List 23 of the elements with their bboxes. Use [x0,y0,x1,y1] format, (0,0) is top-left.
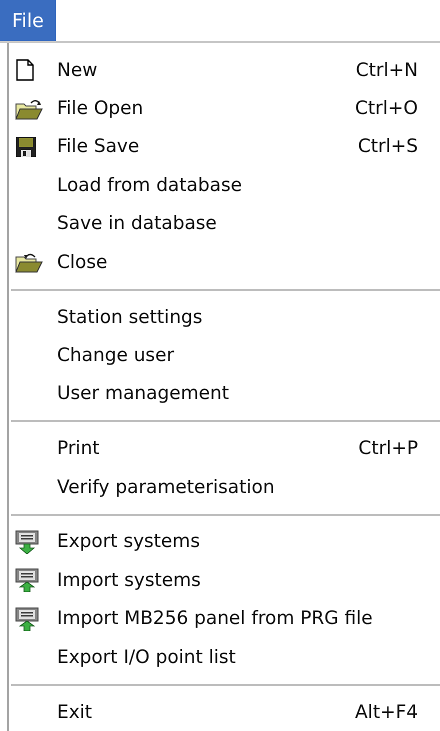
monitor-up-arrow-icon [15,606,39,631]
menu-item[interactable]: Close [9,242,440,282]
menu-item[interactable]: New Ctrl+N [9,51,440,90]
menu-item[interactable]: Verify parameterisation [9,468,440,506]
menu-item[interactable]: Import MB256 panel from PRG file [9,600,440,638]
menu-item[interactable]: Load from database [9,166,440,205]
menu-item[interactable]: Save in database [9,204,440,243]
menu-item[interactable]: Export systems [9,522,440,562]
menu-item[interactable]: Import systems [9,561,440,600]
monitor-up-arrow-icon [15,568,39,592]
monitor-down-arrow-icon [15,530,39,554]
menu-item[interactable]: Print Ctrl+P [9,430,440,468]
open-folder-icon [15,251,43,274]
menu-item[interactable]: User management [9,374,440,414]
page-icon [15,59,35,82]
open-folder-icon [15,98,43,120]
menu-item[interactable]: File Save Ctrl+S [9,128,440,166]
menu-item[interactable]: Export I/O point list [9,638,440,676]
menu-item[interactable]: File Open Ctrl+O [9,89,440,128]
menu-item[interactable]: Station settings [9,298,440,336]
menu-item[interactable]: Exit Alt+F4 [9,692,440,731]
file-menu[interactable]: File [0,0,56,41]
menu-item[interactable]: Change user [9,336,440,375]
